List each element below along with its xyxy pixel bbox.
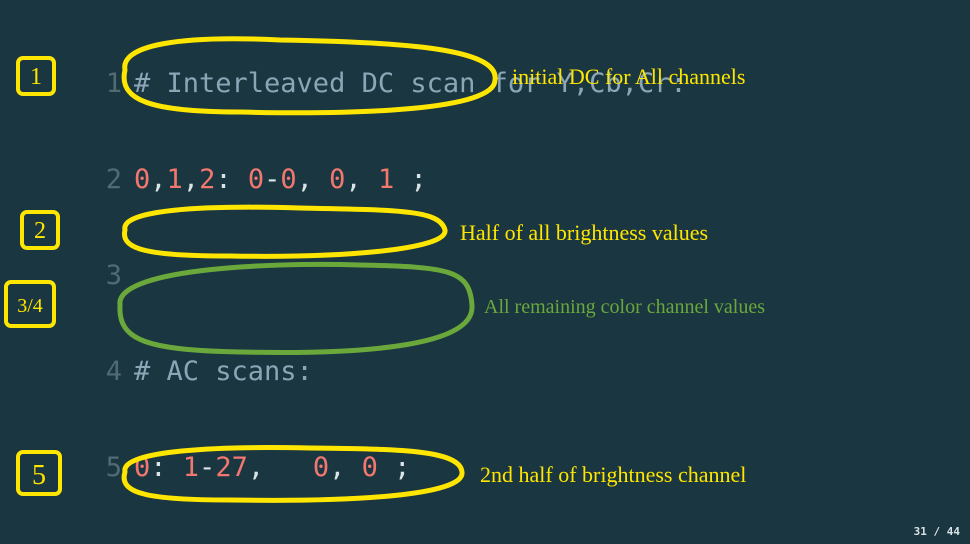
line-number: 6: [82, 540, 122, 544]
code-line-4: 4 # AC scans:: [82, 348, 687, 396]
marker-1-label: 1: [30, 64, 42, 90]
line-number: 3: [82, 252, 122, 300]
code-line-3: 3: [82, 252, 687, 300]
slide-stage: 1# Interleaved DC scan for Y,Cb,Cr: 20,1…: [0, 0, 970, 544]
page-counter: 31 / 44: [914, 525, 960, 538]
line-number: 2: [82, 156, 122, 204]
code-line-2: 20,1,2: 0-0, 0, 1 ;: [82, 156, 687, 204]
comment: # AC scans:: [134, 356, 313, 387]
annotation-text-5: 2nd half of brightness channel: [480, 462, 746, 488]
marker-2-label: 2: [34, 218, 46, 244]
marker-box-1: [18, 58, 54, 94]
code-line-6: 62: 1-63, 0, 0 ;: [82, 540, 687, 544]
annotation-text-2: Half of all brightness values: [460, 220, 708, 246]
line-number: 5: [82, 444, 122, 492]
marker-box-2: [22, 212, 58, 248]
marker-box-5: [18, 452, 60, 494]
marker-5-label: 5: [32, 460, 46, 491]
marker-34-label: 3/4: [17, 295, 43, 317]
marker-box-34: [6, 282, 54, 326]
annotation-text-3: All remaining color channel values: [484, 296, 765, 319]
annotation-text-1: initial DC for All channels: [512, 64, 745, 90]
line-number: 4: [82, 348, 122, 396]
line-number: 1: [82, 60, 122, 108]
